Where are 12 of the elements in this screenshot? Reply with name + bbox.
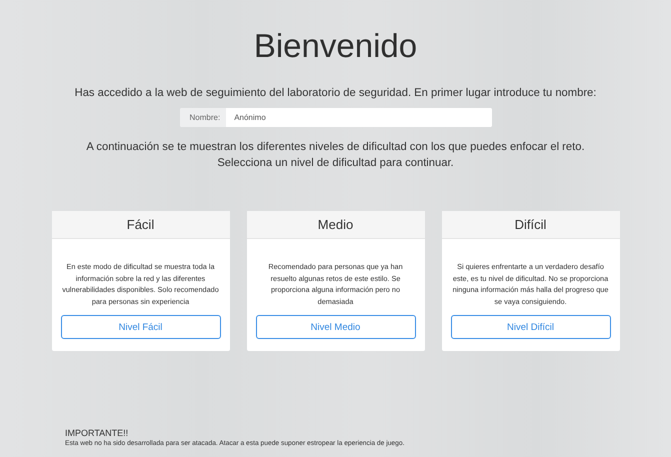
level-button[interactable]: Nivel Fácil: [60, 315, 220, 339]
notice-heading: IMPORTANTE!!: [65, 428, 130, 438]
intro-text: Has accedido a la web de seguimiento del laboratorio de seguridad. En primer lugar introduce tu nombre:: [74, 86, 596, 100]
card-title: Fácil: [126, 217, 154, 232]
level-button[interactable]: Nivel Medio: [256, 315, 416, 339]
page-title: Bienvenido: [254, 26, 418, 66]
card-title: Medio: [318, 217, 354, 232]
instructions-text: A continuación se te muestran los diferentes niveles de dificultad con los que puedes enfocar el reto. Selecciona un nivel de dificultad para continuar.: [86, 140, 585, 171]
card-title: Difícil: [514, 217, 546, 232]
level-button[interactable]: Nivel Difícil: [450, 315, 610, 339]
field-label: Nombre:: [180, 108, 226, 127]
name-field[interactable]: Nombre: Anónimo: [180, 108, 492, 127]
